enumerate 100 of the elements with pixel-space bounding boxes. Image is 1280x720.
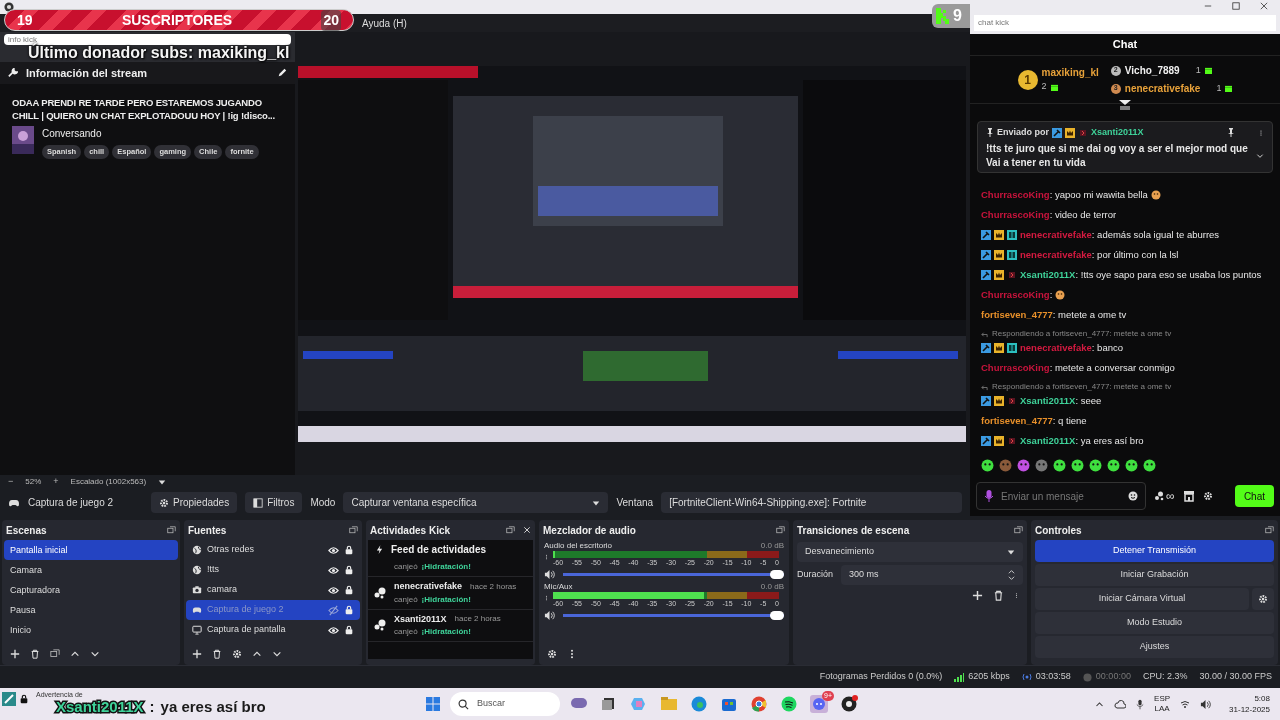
lock-icon[interactable] <box>344 545 354 555</box>
emote-icon[interactable] <box>1125 458 1138 472</box>
pin-icon[interactable] <box>1227 128 1235 138</box>
emote-icon[interactable] <box>981 458 994 472</box>
add-icon[interactable] <box>10 649 20 659</box>
chevron-down-icon[interactable] <box>1256 151 1264 160</box>
close-icon[interactable] <box>1260 2 1268 10</box>
lock-icon[interactable] <box>344 625 354 635</box>
settings-icon[interactable] <box>232 649 242 659</box>
emote-icon[interactable] <box>1053 458 1066 472</box>
control-button[interactable]: Ajustes <box>1035 636 1274 658</box>
scene-item[interactable]: Capturadora <box>4 580 178 600</box>
move-down-icon[interactable] <box>90 649 100 659</box>
volume-icon[interactable] <box>1200 698 1212 710</box>
chat-username[interactable]: nenecrativefake <box>1020 228 1092 242</box>
spotify-icon[interactable] <box>780 695 798 713</box>
source-item[interactable]: !tts <box>186 560 360 580</box>
move-down-icon[interactable] <box>272 649 282 659</box>
float-dock-icon[interactable] <box>1014 525 1023 535</box>
emote-icon[interactable] <box>1107 458 1120 472</box>
microphone-icon[interactable] <box>1136 698 1145 710</box>
control-button[interactable]: Iniciar Grabación <box>1035 564 1274 586</box>
chevron-up-icon[interactable] <box>1095 699 1105 709</box>
chat-username[interactable]: Xsanti2011X <box>1091 126 1224 140</box>
source-item[interactable]: Otras redes <box>186 540 360 560</box>
delete-icon[interactable] <box>993 590 1004 601</box>
language-indicator[interactable]: ESP LAA <box>1154 694 1171 714</box>
settings-button[interactable] <box>1252 588 1274 610</box>
chrome-icon[interactable] <box>750 695 768 713</box>
add-icon[interactable] <box>192 649 202 659</box>
float-dock-icon[interactable] <box>167 525 176 535</box>
scene-item[interactable]: Camara <box>4 560 178 580</box>
control-button[interactable]: Iniciar Cámara Virtual <box>1035 588 1249 610</box>
move-up-icon[interactable] <box>70 649 80 659</box>
toolbar-button[interactable]: Filtros <box>245 492 303 513</box>
control-button[interactable]: Detener Transmisión <box>1035 540 1274 562</box>
settings-icon[interactable] <box>1202 491 1213 501</box>
maximize-icon[interactable] <box>1232 2 1240 10</box>
chat-username[interactable]: nenecrativefake <box>1020 248 1092 262</box>
transition-dropdown[interactable]: Desvanecimiento <box>797 542 1023 562</box>
speaker-icon[interactable] <box>544 609 555 621</box>
emote-icon[interactable] <box>1017 458 1030 472</box>
collapse-icon[interactable] <box>1119 100 1131 110</box>
pencil-icon[interactable] <box>277 68 287 78</box>
taskbar-search[interactable]: Buscar <box>450 692 560 716</box>
float-dock-icon[interactable] <box>506 525 515 535</box>
scene-item[interactable]: Inicio <box>4 620 178 640</box>
settings-icon[interactable] <box>547 649 557 659</box>
send-chat-button[interactable]: Chat <box>1234 485 1274 507</box>
points-icon[interactable] <box>1154 491 1164 501</box>
caret-icon[interactable] <box>158 478 167 486</box>
address-field[interactable]: chat kick <box>974 15 1276 31</box>
speaker-icon[interactable] <box>544 568 555 580</box>
toolbar-button[interactable]: Propiedades <box>151 492 238 513</box>
lock-icon[interactable] <box>344 565 354 575</box>
move-up-icon[interactable] <box>252 649 262 659</box>
slider-thumb[interactable] <box>770 610 784 620</box>
menu-item[interactable]: Ayuda (H) <box>362 15 407 31</box>
zoom-in-button[interactable]: + <box>53 475 59 489</box>
more-icon[interactable] <box>1014 590 1019 601</box>
emoji-picker-icon[interactable] <box>1128 491 1138 501</box>
eye-slash-icon[interactable] <box>328 604 339 616</box>
window-dropdown[interactable]: [FortniteClient-Win64-Shipping.exe]: Fortnite <box>661 492 962 513</box>
eye-icon[interactable] <box>328 624 339 636</box>
clock[interactable]: 5:08 31-12-2025 <box>1229 693 1270 715</box>
store-icon[interactable] <box>1182 490 1195 502</box>
emote-icon[interactable] <box>1143 458 1156 472</box>
slider-thumb[interactable] <box>770 569 784 579</box>
scene-item[interactable]: Pausa <box>4 600 178 620</box>
message-input[interactable]: Enviar un mensaje <box>976 482 1146 510</box>
emote-icon[interactable] <box>1071 458 1084 472</box>
obs-icon[interactable] <box>840 695 858 713</box>
chat-username[interactable]: fortiseven_4777 <box>981 414 1053 428</box>
eye-icon[interactable] <box>328 564 339 576</box>
control-button[interactable]: Modo Estudio <box>1035 612 1274 634</box>
mode-dropdown[interactable]: Capturar ventana específica <box>343 492 609 513</box>
float-dock-icon[interactable] <box>776 525 785 535</box>
emote-icon[interactable] <box>1089 458 1102 472</box>
lock-icon[interactable] <box>344 585 354 595</box>
source-item[interactable]: Captura de pantalla <box>186 620 360 640</box>
volume-slider[interactable] <box>563 572 784 576</box>
source-item[interactable]: camara <box>186 580 360 600</box>
browser-icon[interactable] <box>690 695 708 713</box>
float-dock-icon[interactable] <box>1265 525 1274 535</box>
eye-icon[interactable] <box>328 584 339 596</box>
wifi-icon[interactable] <box>1180 700 1191 708</box>
start-icon[interactable] <box>426 697 440 711</box>
cloud-icon[interactable] <box>1114 699 1127 709</box>
duration-field[interactable]: 300 ms <box>841 565 1023 585</box>
delete-icon[interactable] <box>30 649 40 659</box>
scene-item[interactable]: Pantalla inicial <box>4 540 178 560</box>
volume-slider[interactable] <box>563 613 784 617</box>
chat-username[interactable]: fortiseven_4777 <box>981 308 1053 322</box>
delete-icon[interactable] <box>212 649 222 659</box>
eye-icon[interactable] <box>328 544 339 556</box>
add-icon[interactable] <box>972 590 983 601</box>
chat-username[interactable]: nenecrativefake <box>1020 341 1092 355</box>
lock-icon[interactable] <box>344 605 354 615</box>
float-dock-icon[interactable] <box>349 525 358 535</box>
zoom-out-button[interactable]: − <box>8 475 14 489</box>
